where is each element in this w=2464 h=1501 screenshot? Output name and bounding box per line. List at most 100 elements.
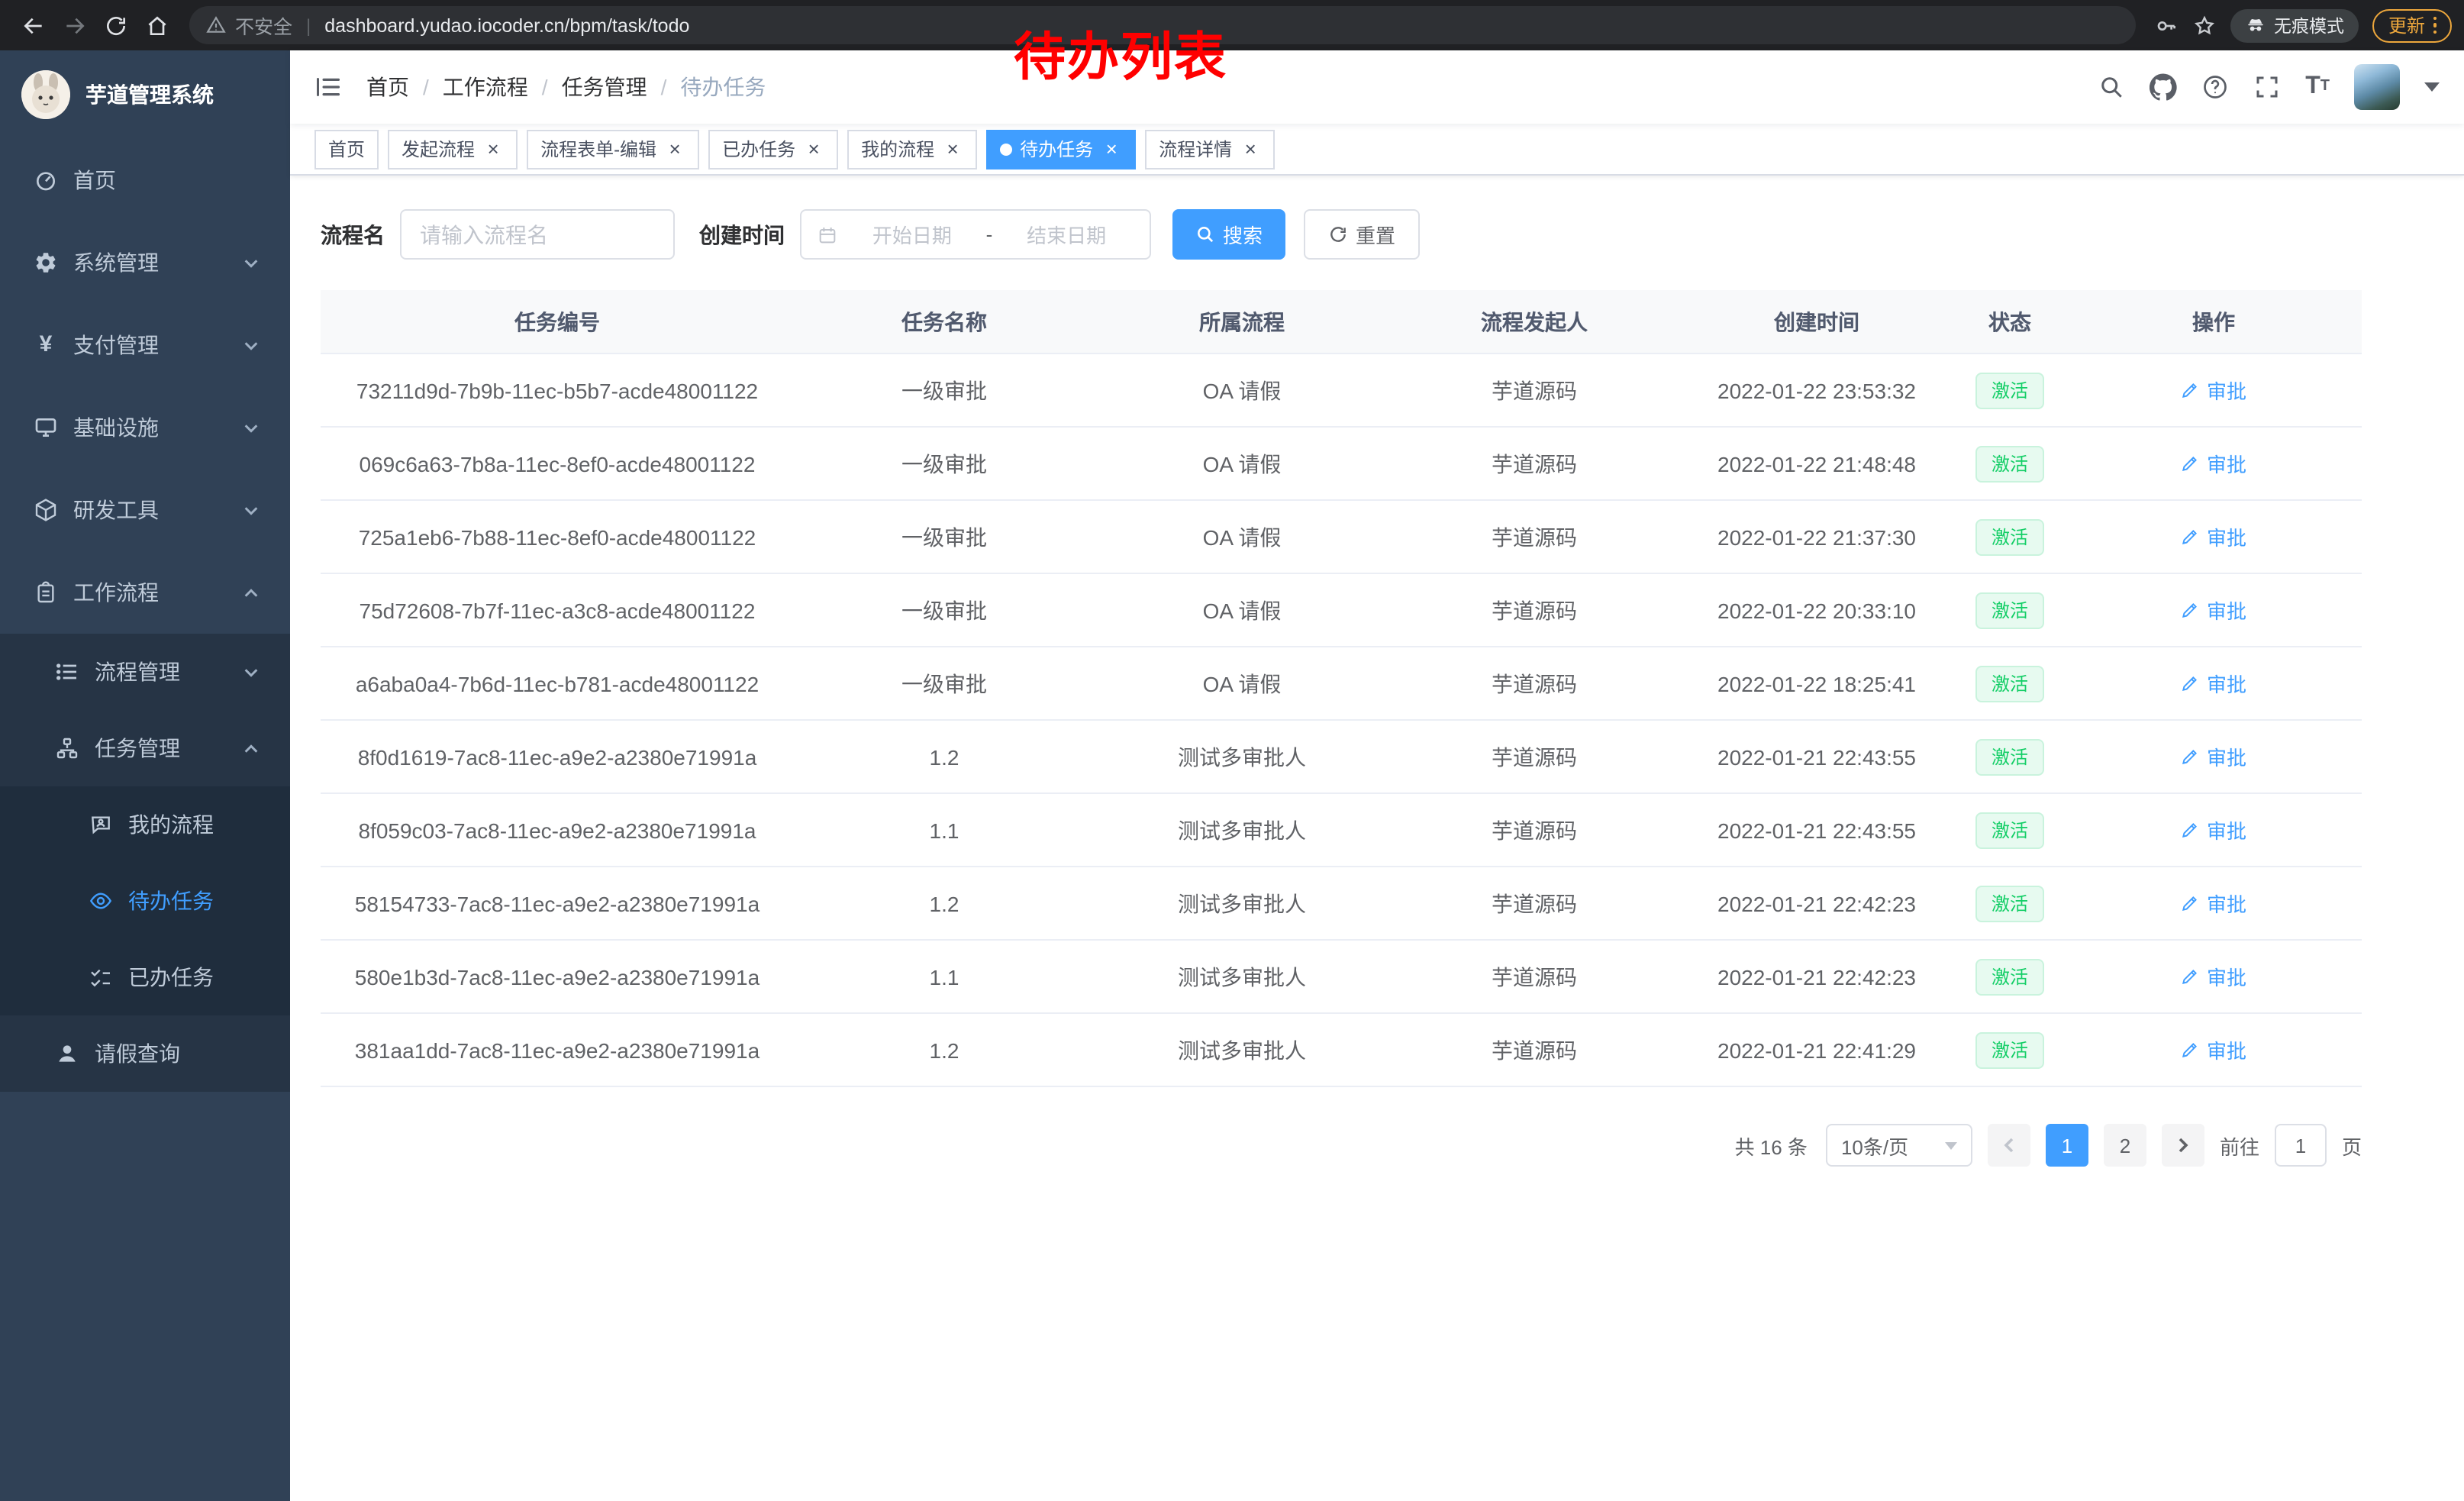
sidebar-item-devtools[interactable]: 研发工具 [0, 469, 290, 551]
password-key-icon[interactable] [2155, 13, 2179, 37]
table-row: 725a1eb6-7b88-11ec-8ef0-acde48001122 一级审… [321, 501, 2362, 574]
prev-page-button[interactable] [1988, 1124, 2030, 1167]
warning-icon[interactable] [206, 15, 226, 35]
breadcrumb-item[interactable]: 任务管理 [562, 72, 681, 102]
table-body: 73211d9d-7b9b-11ec-b5b7-acde48001122 一级审… [321, 354, 2362, 1087]
edit-icon [2181, 747, 2201, 767]
browser-update-button[interactable]: 更新 [2373, 8, 2452, 42]
approve-link[interactable]: 审批 [2181, 449, 2246, 478]
sidebar-item-todo-tasks[interactable]: 待办任务 [0, 863, 290, 939]
help-icon[interactable] [2201, 73, 2229, 101]
todo-task-table: 任务编号任务名称所属流程流程发起人创建时间状态操作 73211d9d-7b9b-… [321, 290, 2362, 1087]
create-time-label: 创建时间 [699, 219, 785, 250]
home-icon[interactable] [136, 5, 177, 46]
approve-link[interactable]: 审批 [2181, 742, 2246, 771]
cell-task-name: 1.2 [794, 721, 1095, 792]
app-title: 芋道管理系统 [85, 79, 214, 110]
back-icon[interactable] [12, 5, 53, 46]
close-icon[interactable]: × [482, 138, 504, 160]
approve-link[interactable]: 审批 [2181, 889, 2246, 918]
tab[interactable]: 待办任务 × [986, 129, 1136, 169]
github-icon[interactable] [2150, 73, 2177, 101]
next-page-button[interactable] [2162, 1124, 2204, 1167]
cell-task-id: 580e1b3d-7ac8-11ec-a9e2-a2380e71991a [321, 941, 794, 1012]
approve-link[interactable]: 审批 [2181, 376, 2246, 405]
sidebar-item-done-tasks[interactable]: 已办任务 [0, 939, 290, 1015]
font-size-icon[interactable]: TT [2305, 75, 2330, 99]
sidebar-item-workflow[interactable]: 工作流程 [0, 551, 290, 634]
table-row: 75d72608-7b7f-11ec-a3c8-acde48001122 一级审… [321, 574, 2362, 647]
sidebar-item-my-process[interactable]: 我的流程 [0, 786, 290, 863]
close-icon[interactable]: × [803, 138, 824, 160]
cell-status: 激活 [1954, 428, 2066, 499]
approve-link[interactable]: 审批 [2181, 962, 2246, 991]
approve-link[interactable]: 审批 [2181, 522, 2246, 551]
sidebar: 芋道管理系统 首页 系统管理 ¥ 支付管 [0, 50, 290, 1501]
chevron-down-icon [243, 502, 260, 518]
topbar: 首页工作流程任务管理待办任务 TT [290, 50, 2464, 124]
search-button[interactable]: 搜索 [1172, 209, 1285, 260]
tab[interactable]: 已办任务 × [708, 129, 838, 169]
close-icon[interactable]: × [664, 138, 685, 160]
app-logo[interactable]: 芋道管理系统 [0, 50, 290, 139]
fullscreen-icon[interactable] [2253, 73, 2281, 101]
column-header: 任务编号 [321, 290, 794, 353]
sidebar-item-system[interactable]: 系统管理 [0, 221, 290, 304]
breadcrumb-item[interactable]: 工作流程 [443, 72, 562, 102]
cell-task-name: 一级审批 [794, 647, 1095, 719]
check-list-icon [89, 965, 113, 989]
cell-task-id: 381aa1dd-7ac8-11ec-a9e2-a2380e71991a [321, 1014, 794, 1086]
menu-dots-icon[interactable] [2433, 17, 2437, 34]
incognito-icon [2246, 15, 2266, 35]
cell-task-name: 一级审批 [794, 574, 1095, 646]
date-range-picker[interactable]: 开始日期 - 结束日期 [800, 209, 1151, 260]
page-number-button[interactable]: 1 [2046, 1124, 2088, 1167]
close-icon[interactable]: × [1240, 138, 1261, 160]
forward-icon[interactable] [53, 5, 95, 46]
sidebar-item-payment[interactable]: ¥ 支付管理 [0, 304, 290, 386]
sidebar-toggle-icon[interactable] [314, 73, 342, 101]
table-row: 58154733-7ac8-11ec-a9e2-a2380e71991a 1.2… [321, 867, 2362, 941]
goto-label: 前往 [2220, 1131, 2259, 1160]
sidebar-item-leave-query[interactable]: 请假查询 [0, 1015, 290, 1092]
sidebar-item-home[interactable]: 首页 [0, 139, 290, 221]
reset-button[interactable]: 重置 [1304, 209, 1420, 260]
edit-icon [2181, 893, 2201, 913]
cell-process: OA 请假 [1095, 354, 1389, 426]
page-number-button[interactable]: 2 [2104, 1124, 2146, 1167]
bookmark-star-icon[interactable] [2193, 13, 2217, 37]
column-header: 操作 [2066, 290, 2362, 353]
tab[interactable]: 流程表单-编辑 × [527, 129, 699, 169]
screen: 不安全 | dashboard.yudao.iocoder.cn/bpm/tas… [0, 0, 2464, 1501]
approve-link[interactable]: 审批 [2181, 815, 2246, 844]
approve-link[interactable]: 审批 [2181, 669, 2246, 698]
approve-link[interactable]: 审批 [2181, 596, 2246, 625]
tab[interactable]: 发起流程 × [388, 129, 518, 169]
user-avatar[interactable] [2354, 64, 2400, 110]
process-name-input[interactable] [400, 209, 675, 260]
chevron-down-icon[interactable] [2424, 82, 2440, 92]
chevron-left-icon [2000, 1136, 2018, 1154]
page-size-select[interactable]: 10条/页 [1826, 1124, 1972, 1167]
approve-link[interactable]: 审批 [2181, 1035, 2246, 1064]
sidebar-item-process-management[interactable]: 流程管理 [0, 634, 290, 710]
sidebar-item-infra[interactable]: 基础设施 [0, 386, 290, 469]
search-icon[interactable] [2098, 73, 2125, 101]
tab[interactable]: 首页 × [314, 129, 379, 169]
cell-status: 激活 [1954, 794, 2066, 866]
edit-icon [2181, 673, 2201, 693]
cell-process: 测试多审批人 [1095, 941, 1389, 1012]
close-icon[interactable]: × [1101, 138, 1122, 160]
refresh-icon[interactable] [95, 5, 136, 46]
column-header: 创建时间 [1679, 290, 1954, 353]
goto-page-input[interactable] [2275, 1124, 2327, 1167]
sidebar-item-task-management[interactable]: 任务管理 [0, 710, 290, 786]
list-icon [55, 660, 79, 684]
tab[interactable]: 我的流程 × [847, 129, 977, 169]
tab[interactable]: 流程详情 × [1145, 129, 1275, 169]
close-icon[interactable]: × [942, 138, 963, 160]
breadcrumb-item[interactable]: 首页 [366, 72, 443, 102]
cell-status: 激活 [1954, 501, 2066, 573]
breadcrumb-item[interactable]: 待办任务 [680, 72, 766, 102]
annotation-text: 待办列表 [1014, 15, 1227, 90]
